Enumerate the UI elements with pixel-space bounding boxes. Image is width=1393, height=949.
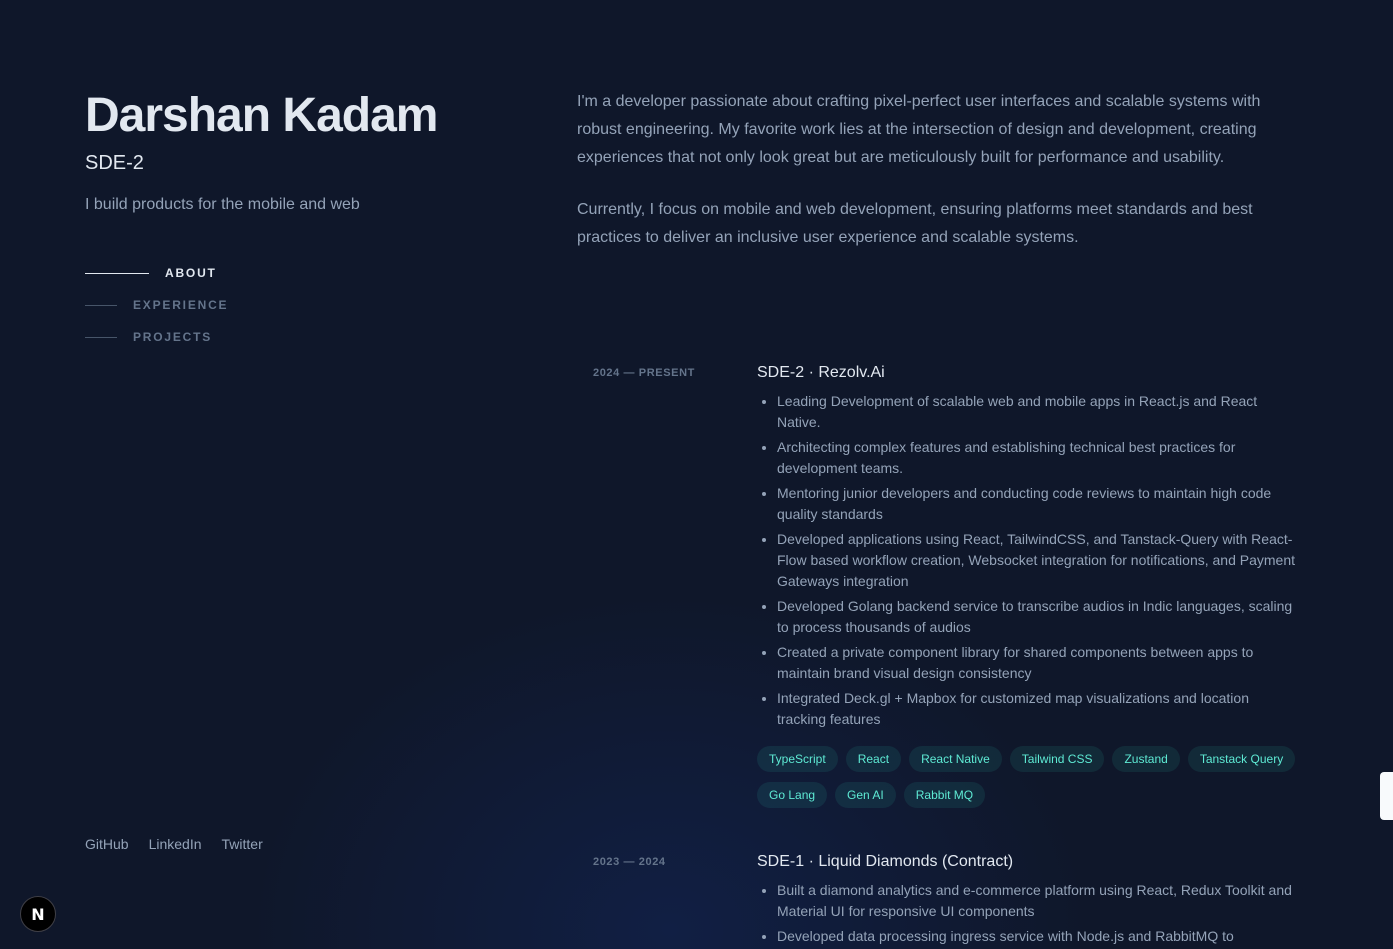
tech-tag: Rabbit MQ: [903, 782, 986, 808]
tech-tag: React Native: [909, 746, 1002, 772]
nav-item-label: PROJECTS: [133, 330, 213, 344]
experience-body: SDE-2 · Rezolv.Ai Leading Development of…: [757, 364, 1297, 808]
profile-sidebar: Darshan Kadam SDE-2 I build products for…: [85, 0, 525, 949]
nav-item-about[interactable]: ABOUT: [85, 262, 228, 284]
experience-bullet: Created a private component library for …: [777, 642, 1297, 684]
nav-indicator-line: [85, 272, 149, 274]
tech-tag: Gen AI: [835, 782, 896, 808]
profile-name: Darshan Kadam: [85, 89, 438, 142]
experience-body: SDE-1 · Liquid Diamonds (Contract) Built…: [757, 853, 1297, 949]
social-links: GitHub LinkedIn Twitter: [85, 836, 263, 852]
section-nav: ABOUT EXPERIENCE PROJECTS: [85, 262, 228, 358]
experience-bullet: Integrated Deck.gl + Mapbox for customiz…: [777, 688, 1297, 730]
experience-bullet: Developed Golang backend service to tran…: [777, 596, 1297, 638]
about-paragraph: I'm a developer passionate about craftin…: [577, 93, 1261, 166]
profile-tagline: I build products for the mobile and web: [85, 196, 360, 213]
about-section: I'm a developer passionate about craftin…: [577, 88, 1297, 276]
experience-bullet: Leading Development of scalable web and …: [777, 391, 1297, 433]
experience-bullets: Built a diamond analytics and e-commerce…: [757, 880, 1297, 947]
tech-tag: Tailwind CSS: [1009, 746, 1105, 772]
nextjs-logo-icon[interactable]: N: [20, 896, 56, 932]
experience-title[interactable]: SDE-2 · Rezolv.Ai: [757, 364, 1297, 382]
experience-bullet: Architecting complex features and establ…: [777, 437, 1297, 479]
side-feedback-tab[interactable]: [1380, 772, 1393, 820]
nav-item-projects[interactable]: PROJECTS: [85, 326, 228, 348]
tech-tag: Zustand: [1112, 746, 1180, 772]
tech-tag: TypeScript: [757, 746, 838, 772]
next-badge-label: N: [31, 904, 45, 924]
experience-title[interactable]: SDE-1 · Liquid Diamonds (Contract): [757, 853, 1297, 871]
experience-bullet: Built a diamond analytics and e-commerce…: [777, 880, 1297, 922]
nav-item-label: EXPERIENCE: [133, 298, 229, 312]
portfolio-page: Darshan Kadam SDE-2 I build products for…: [0, 0, 1393, 949]
experience-bullets: Leading Development of scalable web and …: [757, 391, 1297, 730]
tech-tag: Tanstack Query: [1187, 746, 1296, 772]
about-paragraph: Currently, I focus on mobile and web dev…: [577, 201, 1253, 246]
nav-item-experience[interactable]: EXPERIENCE: [85, 294, 228, 316]
nav-indicator-line: [85, 304, 117, 306]
experience-bullet: Developed applications using React, Tail…: [777, 529, 1297, 592]
tech-tag: React: [845, 746, 902, 772]
tech-tag: Go Lang: [757, 782, 828, 808]
nav-indicator-line: [85, 336, 117, 338]
experience-date: 2024 — PRESENT: [593, 367, 695, 379]
linkedin-link[interactable]: LinkedIn: [149, 836, 202, 852]
nav-item-label: ABOUT: [165, 266, 217, 280]
profile-role: SDE-2: [85, 152, 144, 174]
twitter-link[interactable]: Twitter: [222, 836, 263, 852]
experience-bullet: Mentoring junior developers and conducti…: [777, 483, 1297, 525]
tech-tags: TypeScript React React Native Tailwind C…: [757, 746, 1297, 808]
experience-bullet: Developed data processing ingress servic…: [777, 926, 1297, 947]
github-link[interactable]: GitHub: [85, 836, 129, 852]
experience-date: 2023 — 2024: [593, 856, 666, 868]
